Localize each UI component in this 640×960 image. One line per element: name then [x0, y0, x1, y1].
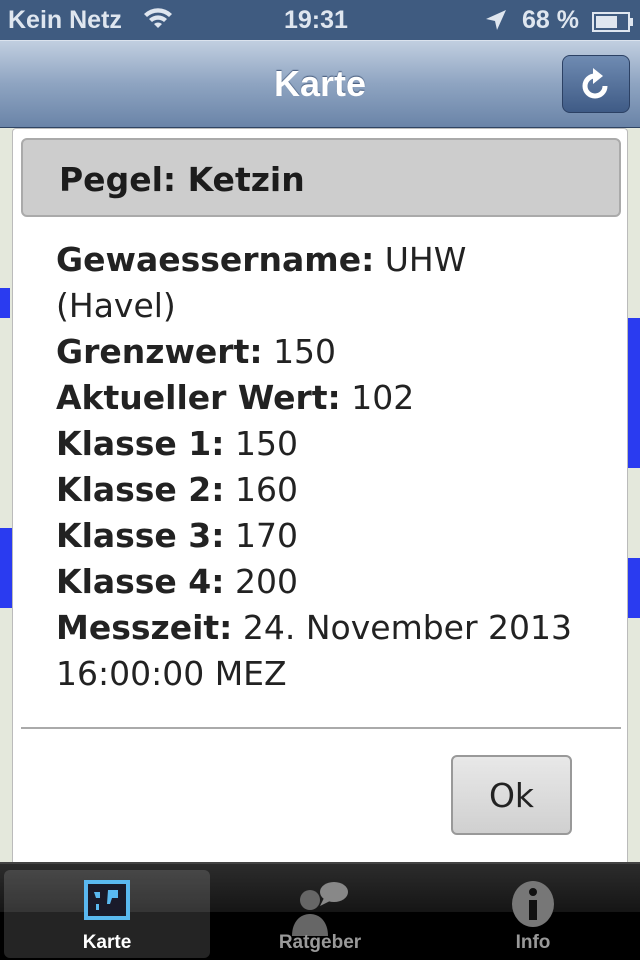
battery-percent: 68 % [522, 6, 579, 34]
map-icon [84, 880, 130, 920]
dialog-header: Pegel: Ketzin [21, 138, 621, 217]
location-arrow-icon [484, 8, 508, 39]
dialog-title: Pegel: Ketzin [59, 160, 305, 199]
field-label: Klasse 4: [56, 562, 225, 601]
field-value: 160 [234, 470, 298, 509]
field-value: 150 [234, 424, 298, 463]
river [0, 288, 10, 318]
field-klasse-1: Klasse 1: 150 [56, 421, 596, 467]
field-label: Gewaessername: [56, 240, 375, 279]
clock: 19:31 [284, 6, 348, 34]
field-value: 200 [234, 562, 298, 601]
river [628, 558, 640, 618]
field-label: Aktueller Wert: [56, 378, 341, 417]
field-label: Klasse 2: [56, 470, 225, 509]
divider [21, 727, 621, 729]
gauge-info-dialog: Pegel: Ketzin Gewaessername: UHW (Havel)… [12, 128, 628, 868]
status-bar: Kein Netz 19:31 68 % [0, 0, 640, 40]
field-label: Messzeit: [56, 608, 233, 647]
tab-karte[interactable]: Karte [4, 870, 210, 958]
field-klasse-2: Klasse 2: 160 [56, 467, 596, 513]
tab-bar: Karte Ratgeber Info [0, 862, 640, 960]
field-value: 102 [351, 378, 415, 417]
field-messzeit: Messzeit: 24. November 2013 16:00:00 MEZ [56, 605, 596, 697]
tab-label: Karte [82, 932, 132, 953]
page-title: Karte [273, 63, 367, 104]
battery-icon [592, 10, 634, 39]
field-grenzwert: Grenzwert: 150 [56, 329, 596, 375]
wifi-icon [142, 4, 174, 39]
tab-label: Ratgeber [278, 932, 362, 953]
ok-button[interactable]: Ok [451, 755, 572, 835]
refresh-button[interactable] [562, 55, 630, 113]
refresh-icon [582, 68, 608, 99]
field-gewaessername: Gewaessername: UHW (Havel) [56, 237, 596, 329]
tab-info[interactable]: Info [430, 870, 636, 958]
field-label: Klasse 3: [56, 516, 225, 555]
field-klasse-4: Klasse 4: 200 [56, 559, 596, 605]
tab-label: Info [515, 932, 551, 953]
field-value: 150 [273, 332, 337, 371]
navigation-bar: Karte [0, 40, 640, 128]
river [0, 528, 12, 608]
field-label: Klasse 1: [56, 424, 225, 463]
tab-ratgeber[interactable]: Ratgeber [217, 870, 423, 958]
field-label: Grenzwert: [56, 332, 263, 371]
advisor-chat-icon [292, 882, 348, 936]
dialog-content: Gewaessername: UHW (Havel) Grenzwert: 15… [56, 237, 596, 697]
carrier: Kein Netz [8, 6, 122, 34]
info-icon [512, 881, 554, 927]
river [628, 318, 640, 468]
field-value: 170 [234, 516, 298, 555]
field-klasse-3: Klasse 3: 170 [56, 513, 596, 559]
field-aktueller-wert: Aktueller Wert: 102 [56, 375, 596, 421]
